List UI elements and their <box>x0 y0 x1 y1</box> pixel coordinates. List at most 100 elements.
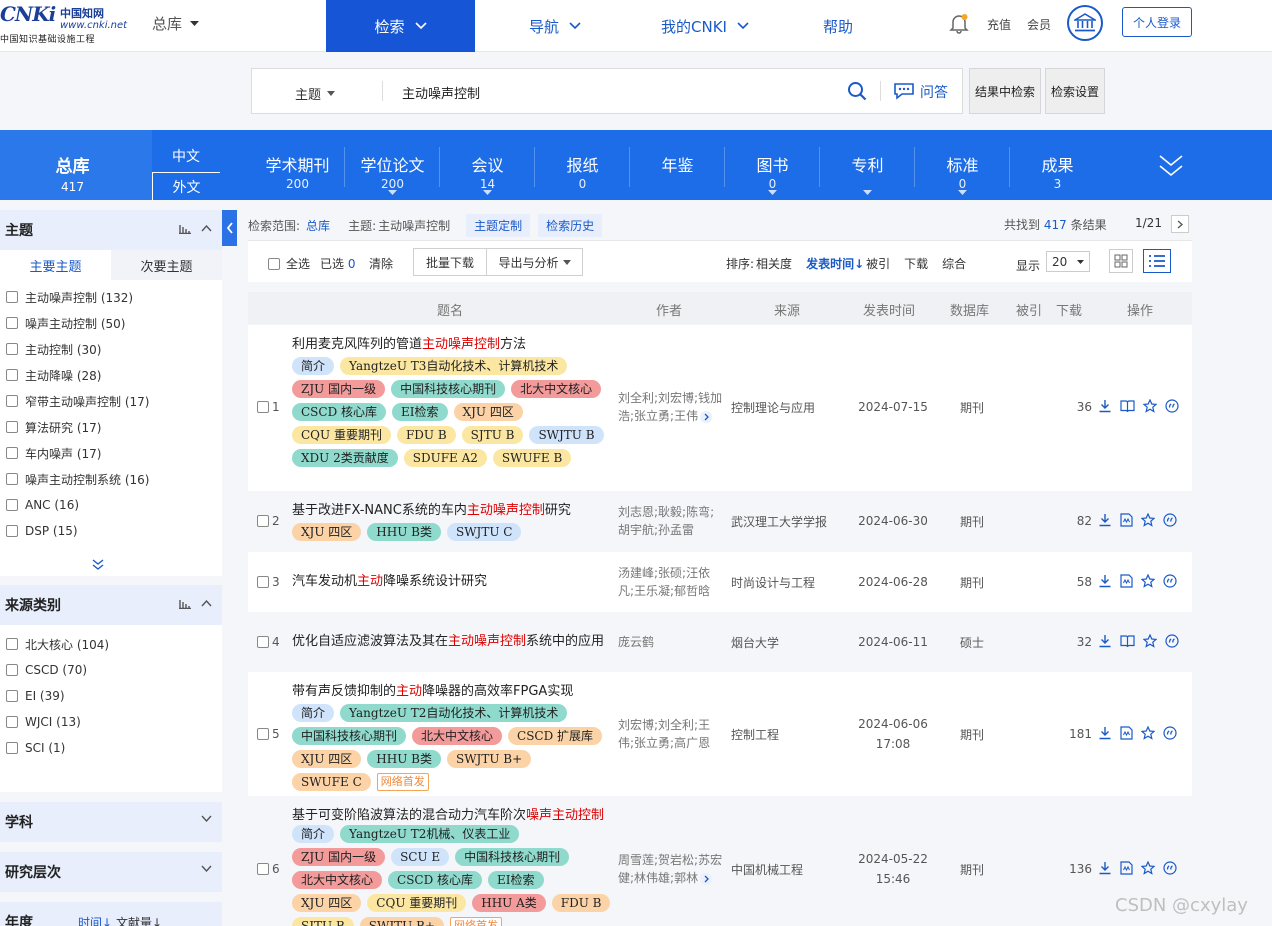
favorite-icon[interactable] <box>1141 574 1155 588</box>
cite-icon[interactable] <box>1163 513 1177 527</box>
batch-download-button[interactable]: 批量下载 <box>413 248 487 276</box>
facet-item[interactable]: 主动噪声控制 (132) <box>0 284 222 310</box>
page-size-select[interactable]: 20 <box>1046 251 1090 272</box>
facet-item[interactable]: 主动降噪 (28) <box>0 362 222 388</box>
result-authors[interactable]: 周雪莲;贺岩松;苏宏健;林伟雄;郭林 <box>618 851 726 887</box>
facet-item[interactable]: CSCD (70) <box>0 657 222 683</box>
download-icon[interactable] <box>1098 399 1112 413</box>
row-select[interactable]: 2 <box>257 514 280 528</box>
cite-icon[interactable] <box>1165 399 1179 413</box>
member-link[interactable]: 会员 <box>1027 16 1051 33</box>
db-tab-7[interactable]: 标准 0 <box>915 130 1010 200</box>
row-select[interactable]: 4 <box>257 635 280 649</box>
download-icon[interactable] <box>1098 726 1112 740</box>
html-read-icon[interactable] <box>1120 861 1133 875</box>
institution-icon[interactable] <box>1067 5 1103 41</box>
checkbox[interactable] <box>257 401 269 413</box>
chevron-down-icon[interactable] <box>201 815 212 822</box>
result-title[interactable]: 优化自适应滤波算法及其在主动噪声控制系统中的应用 <box>292 632 612 651</box>
result-title[interactable]: 带有声反馈抑制的主动降噪器的高效率FPGA实现 简介 YangtzeU T2自动化技… <box>292 682 612 791</box>
search-field-select[interactable]: 主题 <box>295 84 336 103</box>
export-analysis-button[interactable]: 导出与分析 <box>486 248 583 276</box>
checkbox[interactable] <box>6 742 18 754</box>
year-sort-count[interactable]: 文献量↓ <box>116 914 162 926</box>
abstract-tag[interactable]: 简介 <box>292 704 335 722</box>
checkbox[interactable] <box>257 576 269 588</box>
library-select[interactable]: 总库 <box>152 13 200 34</box>
facet-item[interactable]: 窄带主动噪声控制 (17) <box>0 388 222 414</box>
facet-item[interactable]: ANC (16) <box>0 492 222 518</box>
year-panel-header[interactable]: 年度 时间↓ 文献量↓ <box>0 902 222 926</box>
year-sort-time[interactable]: 时间↓ <box>78 914 112 926</box>
checkbox[interactable] <box>6 664 18 676</box>
checkbox[interactable] <box>6 343 18 355</box>
result-title[interactable]: 利用麦克风阵列的管道主动噪声控制方法 简介 YangtzeU T3自动化技术、计算机… <box>292 335 612 467</box>
sort-relevance[interactable]: 相关度 <box>756 257 792 271</box>
db-tab-3[interactable]: 报纸 0 <box>535 130 630 200</box>
result-authors[interactable]: 汤建峰;张硕;汪依凡;王乐凝;郁哲晗 <box>618 564 726 600</box>
db-tab-0[interactable]: 学术期刊 200 <box>250 130 345 200</box>
download-icon[interactable] <box>1098 513 1112 527</box>
favorite-icon[interactable] <box>1143 399 1157 413</box>
result-source[interactable]: 控制理论与应用 <box>731 399 841 416</box>
search-history-button[interactable]: 检索历史 <box>538 213 603 237</box>
grid-view-button[interactable] <box>1109 249 1133 273</box>
download-icon[interactable] <box>1098 861 1112 875</box>
nav-search[interactable]: 检索 <box>326 0 475 52</box>
bar-chart-icon[interactable] <box>179 223 191 234</box>
facet-item[interactable]: WJCI (13) <box>0 709 222 735</box>
facet-item[interactable]: EI (39) <box>0 683 222 709</box>
db-all[interactable]: 总库 417 <box>0 130 152 200</box>
login-button[interactable]: 个人登录 <box>1122 7 1192 37</box>
subject-panel-header[interactable]: 学科 <box>0 802 222 842</box>
lang-en-tab[interactable]: 外文 <box>152 172 220 200</box>
facet-item[interactable]: 算法研究 (17) <box>0 414 222 440</box>
favorite-icon[interactable] <box>1143 634 1157 648</box>
result-title[interactable]: 基于可变阶陷波算法的混合动力汽车阶次噪声主动控制 简介 YangtzeU T2机械、… <box>292 806 612 926</box>
result-source[interactable]: 烟台大学 <box>731 634 841 651</box>
collapse-sidebar-button[interactable] <box>222 210 237 246</box>
result-authors[interactable]: 庞云鹤 <box>618 633 726 669</box>
scope-value[interactable]: 总库 <box>306 217 330 234</box>
topic-custom-button[interactable]: 主题定制 <box>466 213 531 237</box>
db-tab-5[interactable]: 图书 0 <box>725 130 820 200</box>
facet-item[interactable]: 车内噪声 (17) <box>0 440 222 466</box>
row-select[interactable]: 1 <box>257 400 280 414</box>
cite-icon[interactable] <box>1163 861 1177 875</box>
facet-item[interactable]: SCI (1) <box>0 735 222 761</box>
db-tab-8[interactable]: 成果 3 <box>1010 130 1105 200</box>
cnki-logo[interactable]: CNKi 中国知网 www.cnki.net 中国知识基础设施工程 <box>0 2 127 46</box>
checkbox[interactable] <box>6 638 18 650</box>
facet-item[interactable]: DSP (15) <box>0 518 222 544</box>
bar-chart-icon[interactable] <box>179 598 191 609</box>
sort-cited[interactable]: 被引 <box>866 255 890 272</box>
checkbox[interactable] <box>6 317 18 329</box>
cite-icon[interactable] <box>1165 634 1179 648</box>
tab-major-topics[interactable]: 主要主题 <box>0 250 111 280</box>
result-source[interactable]: 控制工程 <box>731 726 841 743</box>
sort-download[interactable]: 下载 <box>904 255 928 272</box>
html-read-icon[interactable] <box>1120 574 1133 588</box>
checkbox[interactable] <box>257 863 269 875</box>
bell-icon[interactable] <box>948 12 970 34</box>
checkbox[interactable] <box>6 395 18 407</box>
checkbox[interactable] <box>268 257 280 270</box>
facet-item[interactable]: 噪声主动控制系统 (16) <box>0 466 222 492</box>
chevron-down-icon[interactable] <box>201 865 212 872</box>
topic-panel-header[interactable]: 主题 <box>0 210 222 250</box>
db-tab-4[interactable]: 年鉴 <box>630 130 725 200</box>
result-title[interactable]: 基于改进FX-NANC系统的车内主动噪声控制研究 XJU 四区 HHU B类 SWJT… <box>292 501 612 541</box>
nav-help[interactable]: 帮助 <box>806 0 870 52</box>
level-panel-header[interactable]: 研究层次 <box>0 852 222 892</box>
db-tab-6[interactable]: 专利 <box>820 130 915 200</box>
download-icon[interactable] <box>1098 634 1112 648</box>
list-view-button[interactable] <box>1143 249 1171 273</box>
nav-guide[interactable]: 导航 <box>500 0 610 52</box>
download-icon[interactable] <box>1098 574 1112 588</box>
favorite-icon[interactable] <box>1141 726 1155 740</box>
abstract-tag[interactable]: 简介 <box>292 357 335 375</box>
result-authors[interactable]: 刘志恩;耿毅;陈弯;胡宇航;孙孟雷 <box>618 503 726 539</box>
result-authors[interactable]: 刘全利;刘宏博;钱加浩;张立勇;王伟 <box>618 389 726 425</box>
html-read-icon[interactable] <box>1120 726 1133 740</box>
more-authors-icon[interactable] <box>700 872 713 885</box>
